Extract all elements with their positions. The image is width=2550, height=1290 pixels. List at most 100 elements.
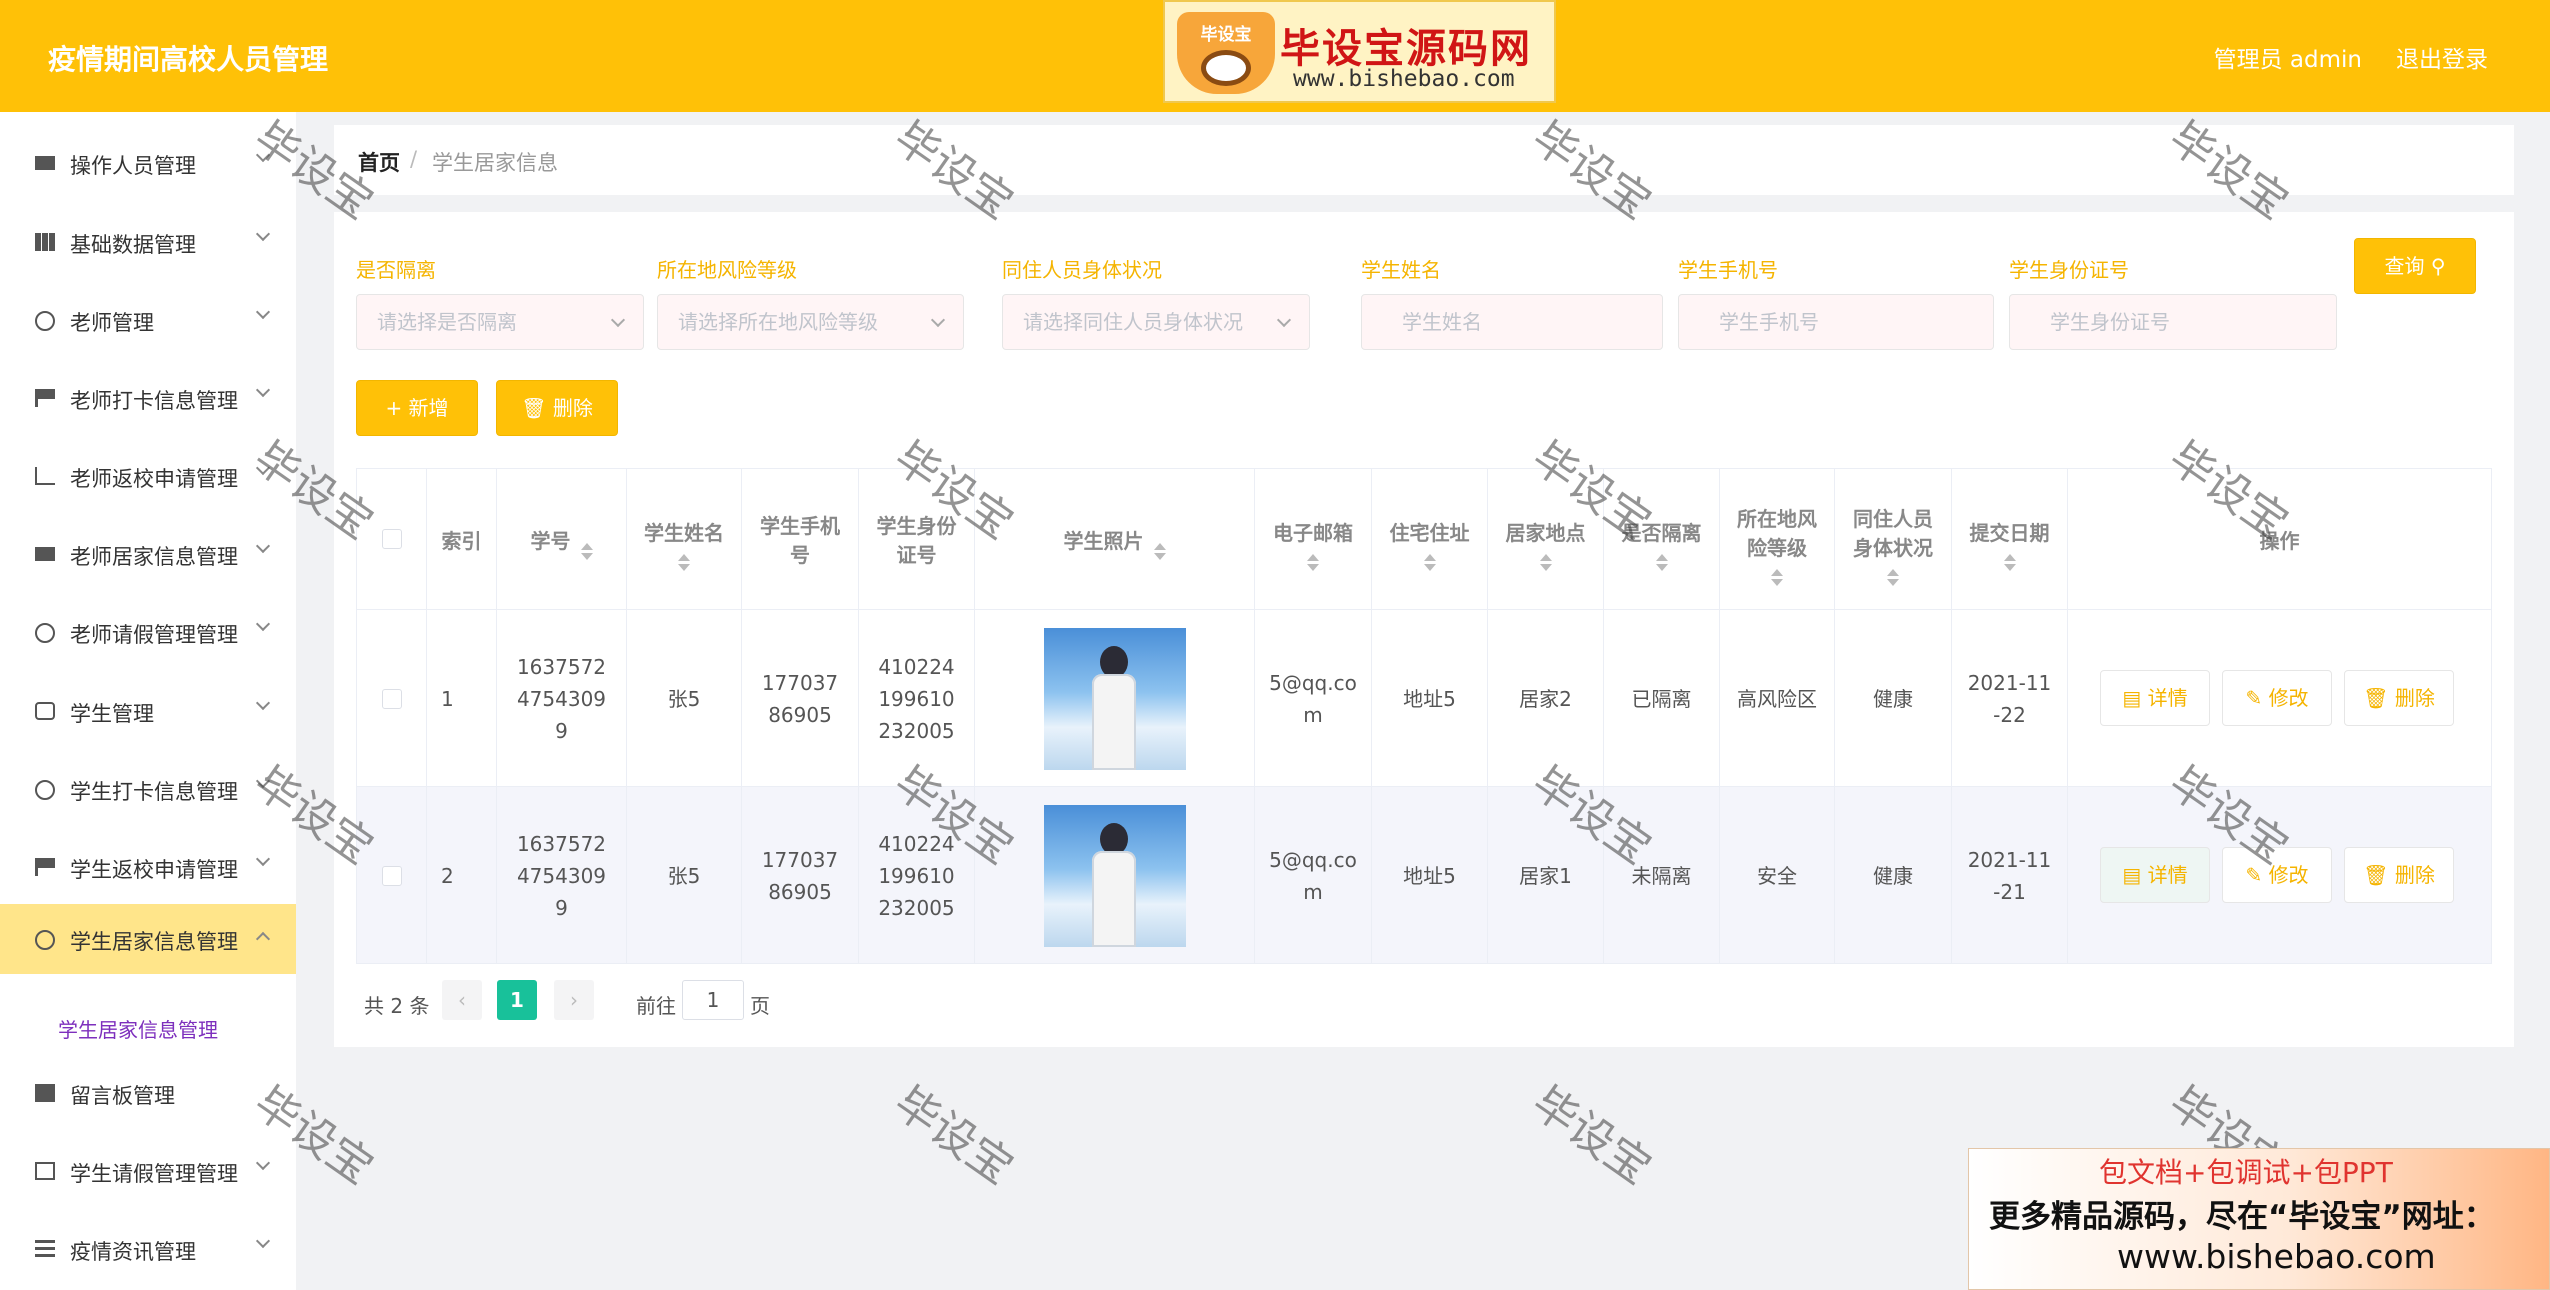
student-idcard-input[interactable] (2009, 294, 2337, 350)
add-button[interactable]: + 新增 (356, 380, 478, 436)
sort-icon[interactable] (1887, 568, 1899, 586)
header-email[interactable]: 电子邮箱 (1255, 469, 1372, 609)
header-student-no[interactable]: 学号 (497, 469, 627, 609)
cell-photo (975, 610, 1255, 787)
edit-label: 修改 (2268, 686, 2309, 710)
sidebar-item-student-checkin[interactable]: 学生打卡信息管理 (0, 754, 296, 824)
page-jump-input[interactable] (682, 980, 744, 1020)
row-select-cell (357, 787, 427, 964)
cell-address: 地址5 (1372, 787, 1488, 964)
sidebar-item-student-home[interactable]: 学生居家信息管理 (0, 904, 296, 974)
batch-delete-button[interactable]: 🗑 删除 (496, 380, 618, 436)
breadcrumb-home[interactable]: 首页 (358, 147, 400, 177)
sidebar-item-label: 留言板管理 (70, 1084, 175, 1108)
sidebar-item-teacher-return[interactable]: 老师返校申请管理 (0, 441, 296, 511)
chevron-down-icon (255, 147, 271, 163)
cell-location: 居家2 (1488, 610, 1604, 787)
prev-page-button[interactable]: ‹ (442, 980, 482, 1020)
sidebar-item-students[interactable]: 学生管理 (0, 676, 296, 746)
sidebar-item-teacher-leave[interactable]: 老师请假管理管理 (0, 597, 296, 667)
detail-label: 详情 (2147, 686, 2188, 710)
row-checkbox[interactable] (381, 688, 402, 709)
detail-label: 详情 (2147, 863, 2188, 887)
student-phone-input[interactable] (1678, 294, 1994, 350)
chevron-right-icon: › (570, 988, 578, 1012)
edit-button[interactable]: ✎ 修改 (2222, 847, 2332, 903)
header-address[interactable]: 住宅住址 (1372, 469, 1488, 609)
trash-icon: 🗑 (521, 396, 547, 420)
sidebar-item-label: 疫情资讯管理 (70, 1240, 196, 1264)
sidebar-item-teacher-checkin[interactable]: 老师打卡信息管理 (0, 363, 296, 433)
logout-link[interactable]: 退出登录 (2396, 40, 2488, 74)
top-header: 疫情期间高校人员管理 毕设宝 毕设宝源码网 www.bishebao.com 管… (0, 0, 2550, 112)
header-isolated[interactable]: 是否隔离 (1604, 469, 1720, 609)
filter-cohabitant-select[interactable]: 请选择同住人员身体状况 (1002, 294, 1310, 350)
sidebar-item-message-board[interactable]: 留言板管理 (0, 1058, 296, 1128)
sidebar-item-label: 老师居家信息管理 (70, 545, 238, 569)
filter-risk-select[interactable]: 请选择所在地风险等级 (657, 294, 964, 350)
header-label: 学生照片 (1063, 528, 1144, 553)
promo-banner[interactable]: 包文档+包调试+包PPT 更多精品源码，尽在“毕设宝”网址： www.bishe… (1968, 1148, 2550, 1290)
edit-button[interactable]: ✎ 修改 (2222, 670, 2332, 726)
next-page-button[interactable]: › (554, 980, 594, 1020)
filter-isolated-select[interactable]: 请选择是否隔离 (356, 294, 644, 350)
header-label: 所在地风险等级 (1737, 506, 1817, 560)
detail-button[interactable]: ▤ 详情 (2100, 670, 2210, 726)
sort-icon[interactable] (1771, 568, 1783, 586)
sidebar-item-student-leave[interactable]: 学生请假管理管理 (0, 1136, 296, 1206)
delete-label: 删除 (2394, 863, 2435, 887)
printer-icon (35, 1084, 55, 1102)
sidebar-item-label: 操作人员管理 (70, 154, 196, 178)
cell-isolated: 未隔离 (1604, 787, 1720, 964)
sort-icon[interactable] (1539, 554, 1552, 571)
sidebar-item-teachers[interactable]: 老师管理 (0, 285, 296, 355)
sort-icon[interactable] (1423, 554, 1436, 571)
select-placeholder: 请选择是否隔离 (377, 310, 517, 334)
sidebar-item-basic-data[interactable]: 基础数据管理 (0, 207, 296, 277)
pencil-icon: ✎ (2245, 863, 2263, 887)
chevron-down-icon (255, 851, 271, 867)
header-name[interactable]: 学生姓名 (627, 469, 742, 609)
header-select-all (357, 469, 427, 609)
cell-address: 地址5 (1372, 610, 1488, 787)
header-risk[interactable]: 所在地风险等级 (1720, 469, 1835, 609)
select-placeholder: 请选择所在地风险等级 (678, 310, 878, 334)
cell-idcard: 410224199610232005 (859, 610, 975, 787)
sidebar-item-student-return[interactable]: 学生返校申请管理 (0, 832, 296, 902)
sidebar-item-operators[interactable]: 操作人员管理 (0, 128, 296, 198)
watermark: 毕设宝 (1522, 1076, 1661, 1195)
header-location[interactable]: 居家地点 (1488, 469, 1604, 609)
header-photo[interactable]: 学生照片 (975, 469, 1255, 609)
select-all-checkbox[interactable] (381, 529, 402, 549)
sort-icon[interactable] (2003, 554, 2016, 571)
header-phone[interactable]: 学生手机号 (742, 469, 859, 609)
cell-cohabitant: 健康 (1835, 787, 1952, 964)
query-button[interactable]: 查询 ⚲ (2354, 238, 2476, 294)
sidebar-item-teacher-home[interactable]: 老师居家信息管理 (0, 519, 296, 589)
cell-cohabitant: 健康 (1835, 610, 1952, 787)
sort-icon[interactable] (580, 542, 593, 560)
row-checkbox[interactable] (381, 865, 402, 886)
header-date[interactable]: 提交日期 (1952, 469, 2068, 609)
watermark: 毕设宝 (884, 1076, 1023, 1195)
sidebar: 操作人员管理 基础数据管理 老师管理 老师打卡信息管理 老师返校申请管理 老师居… (0, 112, 296, 1290)
page-number-current[interactable]: 1 (497, 980, 537, 1020)
row-delete-button[interactable]: 🗑 删除 (2344, 847, 2454, 903)
batch-delete-label: 删除 (552, 396, 593, 420)
sort-icon[interactable] (1153, 542, 1166, 560)
gauge-icon (35, 780, 55, 800)
row-delete-button[interactable]: 🗑 删除 (2344, 670, 2454, 726)
header-idcard[interactable]: 学生身份证号 (859, 469, 975, 609)
sort-icon[interactable] (678, 554, 690, 571)
header-label: 提交日期 (1969, 521, 2050, 545)
table-row: 2 163757247543099 张5 17703786905 4102241… (357, 786, 2491, 964)
header-cohabitant[interactable]: 同住人员身体状况 (1835, 469, 1952, 609)
sidebar-item-epidemic-news[interactable]: 疫情资讯管理 (0, 1214, 296, 1284)
detail-button[interactable]: ▤ 详情 (2100, 847, 2210, 903)
sort-icon[interactable] (1307, 554, 1319, 571)
sort-icon[interactable] (1655, 554, 1668, 571)
user-bar-icon (35, 156, 55, 170)
cell-ops: ▤ 详情 ✎ 修改 🗑 删除 (2068, 787, 2491, 964)
filter-isolated-label: 是否隔离 (356, 258, 436, 282)
student-name-input[interactable] (1361, 294, 1663, 350)
